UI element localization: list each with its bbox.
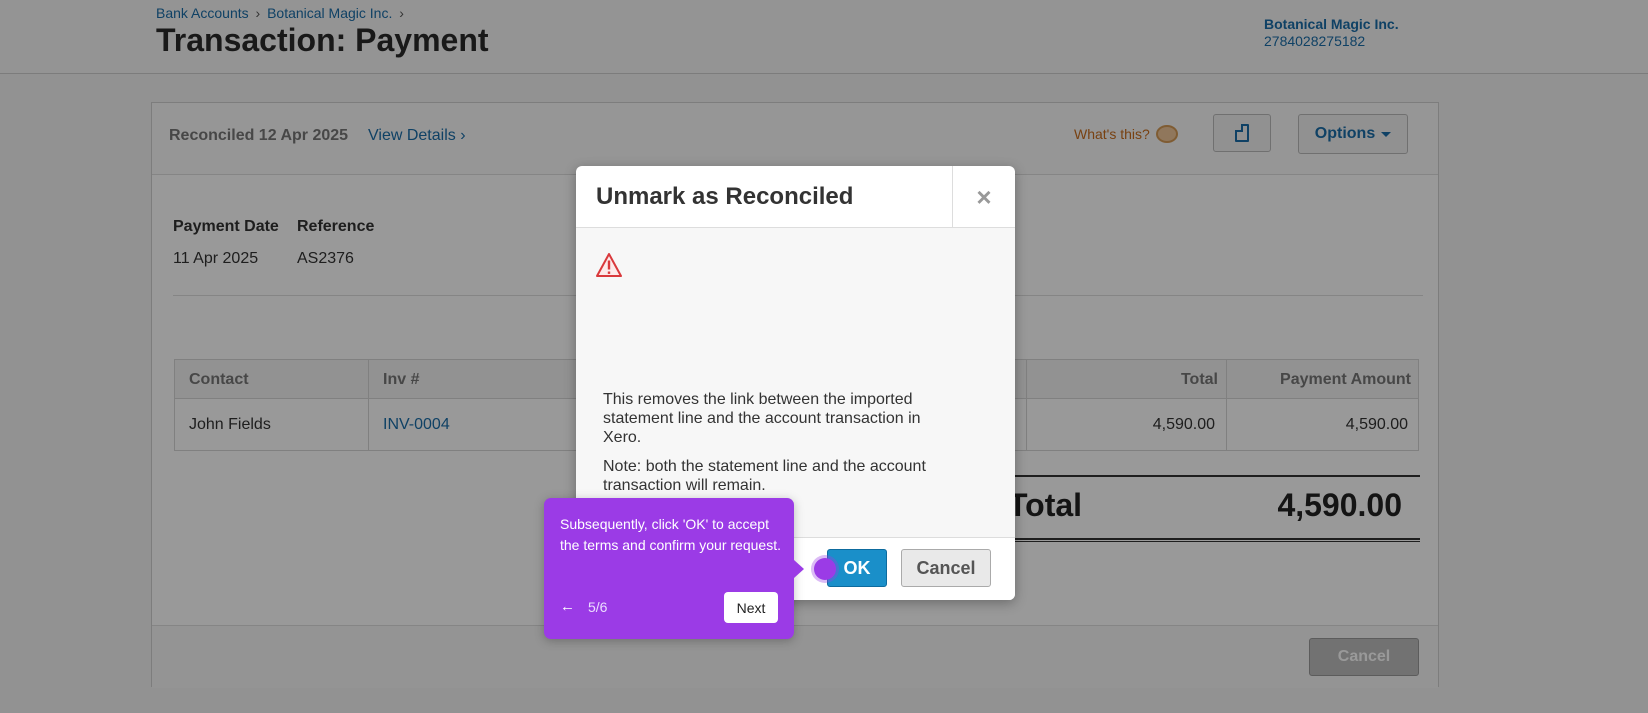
dialog-body: This removes the link between the import… xyxy=(576,228,1015,537)
tooltip-text: Subsequently, click 'OK' to accept the t… xyxy=(560,516,781,553)
dialog-message: This removes the link between the import… xyxy=(603,391,921,446)
tooltip-pointer xyxy=(794,560,804,578)
close-icon: × xyxy=(976,181,992,212)
dialog-header: Unmark as Reconciled × xyxy=(576,166,1015,228)
highlight-beacon xyxy=(814,558,836,580)
tooltip-next-button[interactable]: Next xyxy=(724,592,778,623)
back-arrow-icon[interactable]: ← xyxy=(560,598,575,615)
dialog-note: Note: both the statement line and the ac… xyxy=(603,458,926,494)
dialog-cancel-button[interactable]: Cancel xyxy=(901,549,991,587)
dialog-title: Unmark as Reconciled xyxy=(596,183,854,210)
guide-tooltip: Subsequently, click 'OK' to accept the t… xyxy=(544,498,794,639)
close-button[interactable]: × xyxy=(952,166,1015,228)
warning-icon xyxy=(596,253,622,277)
tooltip-step-counter: 5/6 xyxy=(588,599,608,615)
ok-button[interactable]: OK xyxy=(827,549,887,587)
